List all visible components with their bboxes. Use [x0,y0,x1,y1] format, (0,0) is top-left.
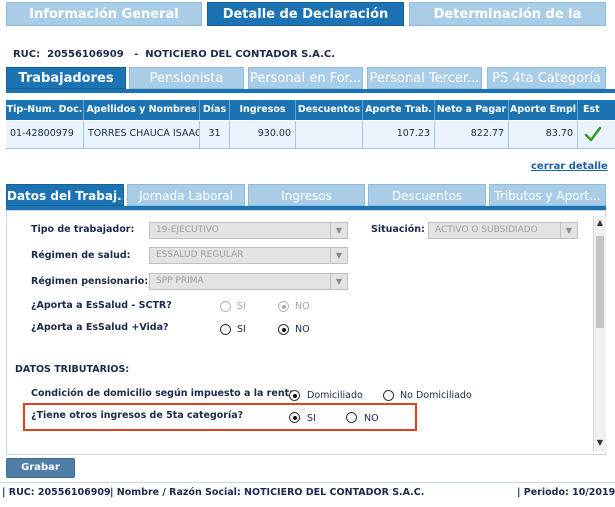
quinta-categoria-label: ¿Tiene otros ingresos de 5ta categoría? [31,410,244,421]
tab-personal-terceros[interactable]: Personal Tercer... [367,67,482,89]
regimen-pensionario-label: Régimen pensionario: [31,276,149,287]
col-ingresos[interactable]: Ingresos [230,100,296,120]
col-descuentos[interactable]: Descuentos [296,100,363,120]
chevron-down-icon: ▼ [330,248,347,263]
tab-pensionista[interactable]: Pensionista [129,67,244,89]
col-aporte-empl[interactable]: Aporte Empl [509,100,578,120]
col-est[interactable]: Est [578,100,615,120]
sctr-no-label: NO [295,301,310,312]
close-detail-link[interactable]: cerrar detalle [531,161,608,172]
col-tip-num-doc[interactable]: Tip-Num. Doc. [6,100,84,120]
tab-trabajadores[interactable]: Trabajadores [6,67,126,89]
tab-ps-4ta-categoria[interactable]: PS 4ta Categoría [487,67,606,89]
cell-discounts [296,121,363,148]
vida-si-label: SI [237,324,246,335]
cell-doc: 01-42800979 [6,121,84,148]
tab-datos-trabajador[interactable]: Datos del Trabaj... [6,184,124,206]
tipo-trabajador-select[interactable]: 19-EJECUTIVO ▼ [149,222,348,239]
col-apellidos-nombres[interactable]: Apellidos y Nombres [84,100,200,120]
regimen-salud-value: ESSALUD REGULAR [156,250,244,260]
col-neto-pagar[interactable]: Neto a Pagar [435,100,509,120]
vida-label: ¿Aporta a EsSalud +Vida? [31,322,169,333]
tipo-trabajador-value: 19-EJECUTIVO [156,225,219,235]
status-company: | Nombre / Razón Social: NOTICIERO DEL C… [110,487,425,498]
table-row[interactable]: 01-42800979 TORRES CHAUCA ISAAC 31 930.0… [6,121,615,149]
ruc-label: RUC: [12,49,41,60]
scroll-thumb[interactable] [596,236,604,328]
sctr-label: ¿Aporta a EsSalud - SCTR? [31,300,172,311]
situacion-select[interactable]: ACTIVO O SUBSIDIADO ▼ [428,222,578,239]
domiciliado-radio[interactable] [289,390,300,401]
domiciliado-label: Domiciliado [307,390,363,401]
sctr-si-radio[interactable] [220,301,231,312]
save-button[interactable]: Grabar [6,458,75,478]
domicilio-label: Condición de domicilio según impuesto a … [31,388,296,399]
tab-underline [6,89,615,93]
scroll-up-icon[interactable]: ▲ [594,216,606,230]
cell-status [578,121,615,148]
vida-si-radio[interactable] [220,324,231,335]
cell-employer-contrib: 83.70 [509,121,578,148]
status-bar: | RUC: 20556106909 | Nombre / Razón Soci… [0,482,615,503]
quinta-si-label: SI [307,413,316,424]
tab-personal-formacion[interactable]: Personal en For... [248,67,363,89]
col-dias[interactable]: Días [200,100,230,120]
tab-determinacion-deuda[interactable]: Determinación de la Deuda [409,2,606,46]
status-period: | Periodo: 10/2019 [517,487,615,498]
scroll-down-icon[interactable]: ▼ [594,436,606,450]
situacion-label: Situación: [371,224,425,235]
panel-scrollbar[interactable]: ▲ ▼ [593,216,606,452]
cell-name: TORRES CHAUCA ISAAC [84,121,200,148]
regimen-pensionario-value: SPP PRIMA [156,276,204,286]
tab-detalle-declaracion[interactable]: Detalle de Declaración [207,2,404,26]
no-domiciliado-radio[interactable] [383,390,394,401]
col-aporte-trab[interactable]: Aporte Trab. [363,100,435,120]
regimen-salud-label: Régimen de salud: [31,250,131,261]
quinta-no-label: NO [364,413,379,424]
tab-tributos-aportes[interactable]: Tributos y Aport... [489,184,606,206]
company-header: RUC: 20556106909 - NOTICIERO DEL CONTADO… [6,38,335,60]
cell-income: 930.00 [230,121,296,148]
vida-no-radio[interactable] [278,324,289,335]
tab-informacion-general[interactable]: Información General [6,2,202,26]
chevron-down-icon: ▼ [330,223,347,238]
company-name: NOTICIERO DEL CONTADOR S.A.C. [145,49,336,60]
chevron-down-icon: ▼ [330,274,347,289]
tab-jornada-laboral[interactable]: Jornada Laboral [127,184,245,206]
situacion-value: ACTIVO O SUBSIDIADO [435,225,538,235]
cell-worker-contrib: 107.23 [363,121,435,148]
no-domiciliado-label: No Domiciliado [400,390,472,401]
cell-days: 31 [200,121,230,148]
sctr-si-label: SI [237,301,246,312]
tab-descuentos[interactable]: Descuentos [368,184,486,206]
quinta-no-radio[interactable] [346,412,357,423]
ruc-number: 20556106909 [47,49,124,60]
quinta-si-radio[interactable] [289,412,300,423]
datos-tributarios-title: DATOS TRIBUTARIOS: [15,364,130,375]
check-icon [584,126,602,142]
tab-ingresos[interactable]: Ingresos [248,184,365,206]
status-ruc: | RUC: 20556106909 [2,487,111,498]
chevron-down-icon: ▼ [560,223,577,238]
workers-table-header: Tip-Num. Doc. Apellidos y Nombres Días I… [6,100,615,120]
cell-net: 822.77 [435,121,509,148]
sctr-no-radio[interactable] [278,301,289,312]
vida-no-label: NO [295,324,310,335]
regimen-pensionario-select[interactable]: SPP PRIMA ▼ [149,273,348,290]
tipo-trabajador-label: Tipo de trabajador: [31,224,135,235]
regimen-salud-select[interactable]: ESSALUD REGULAR ▼ [149,247,348,264]
header-separator: - [134,49,139,60]
